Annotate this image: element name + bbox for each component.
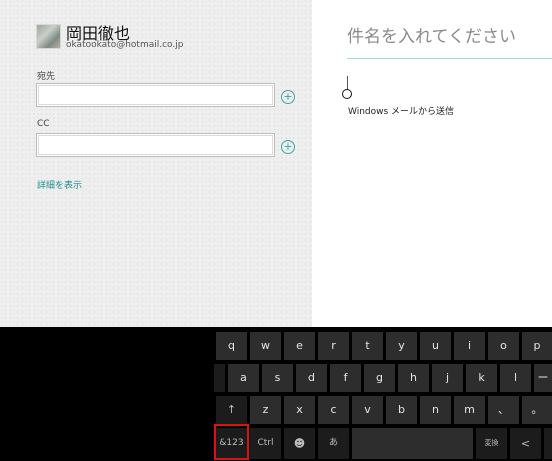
key-r[interactable]: r <box>318 332 349 360</box>
key-w[interactable]: w <box>250 332 281 360</box>
key-f[interactable]: f <box>330 364 361 392</box>
shift-key[interactable]: ↑ <box>216 396 247 424</box>
key-n[interactable]: n <box>420 396 451 424</box>
message-pane <box>312 0 552 327</box>
emoji-key[interactable]: ☻ <box>284 428 315 459</box>
convert-key[interactable]: 変換 <box>476 428 507 459</box>
chevron-left-icon: < <box>520 437 531 450</box>
key-o[interactable]: o <box>488 332 519 360</box>
signature-text[interactable]: Windows メールから送信 <box>348 104 454 117</box>
key-z[interactable]: z <box>250 396 281 424</box>
key-j[interactable]: j <box>432 364 463 392</box>
text-caret <box>347 76 348 90</box>
symbols-key[interactable]: &123 <box>216 428 247 459</box>
key-x[interactable]: x <box>284 396 315 424</box>
to-label: 宛先 <box>37 72 56 82</box>
plus-icon: + <box>283 90 293 103</box>
key-a[interactable]: a <box>228 364 259 392</box>
key-h[interactable]: h <box>398 364 429 392</box>
key-long-dash[interactable]: ー <box>534 364 552 392</box>
key-u[interactable]: u <box>420 332 451 360</box>
key-q[interactable]: q <box>216 332 247 360</box>
key-b[interactable]: b <box>386 396 417 424</box>
key-d[interactable]: d <box>296 364 327 392</box>
key-c[interactable]: c <box>318 396 349 424</box>
key-comma[interactable]: 、 <box>488 396 519 424</box>
key-y[interactable]: y <box>386 332 417 360</box>
show-details-link[interactable]: 詳細を表示 <box>37 178 82 191</box>
key-i[interactable]: i <box>454 332 485 360</box>
ime-toggle-key[interactable]: あ <box>318 428 349 459</box>
key-e[interactable]: e <box>284 332 315 360</box>
key-t[interactable]: t <box>352 332 383 360</box>
key-period[interactable]: 。 <box>522 396 552 424</box>
cc-label: CC <box>37 119 50 129</box>
key-k[interactable]: k <box>466 364 497 392</box>
key-g[interactable]: g <box>364 364 395 392</box>
subject-input[interactable]: 件名を入れてください <box>347 22 516 47</box>
subject-underline <box>347 58 552 59</box>
key-l[interactable]: l <box>500 364 531 392</box>
sender-email: okatookato@hotmail.co.jp <box>66 40 184 50</box>
avatar <box>36 24 61 49</box>
cc-field[interactable] <box>36 133 275 157</box>
key-s[interactable]: s <box>262 364 293 392</box>
touch-keyboard: q w e r t y u i o p a s d f g h j k l ー … <box>0 327 552 461</box>
add-to-button[interactable]: + <box>281 90 295 104</box>
key-m[interactable]: m <box>454 396 485 424</box>
add-cc-button[interactable]: + <box>281 140 295 154</box>
key-p[interactable]: p <box>522 332 552 360</box>
to-field[interactable] <box>36 83 275 107</box>
key-left-edge[interactable] <box>214 364 225 392</box>
caret-handle[interactable] <box>342 89 352 99</box>
plus-icon: + <box>283 140 293 153</box>
smiley-icon: ☻ <box>293 437 306 450</box>
ctrl-key[interactable]: Ctrl <box>250 428 281 459</box>
space-key[interactable] <box>352 428 473 459</box>
right-arrow-key[interactable] <box>544 428 552 459</box>
arrow-up-icon: ↑ <box>226 403 237 416</box>
key-v[interactable]: v <box>352 396 383 424</box>
left-arrow-key[interactable]: < <box>510 428 541 459</box>
